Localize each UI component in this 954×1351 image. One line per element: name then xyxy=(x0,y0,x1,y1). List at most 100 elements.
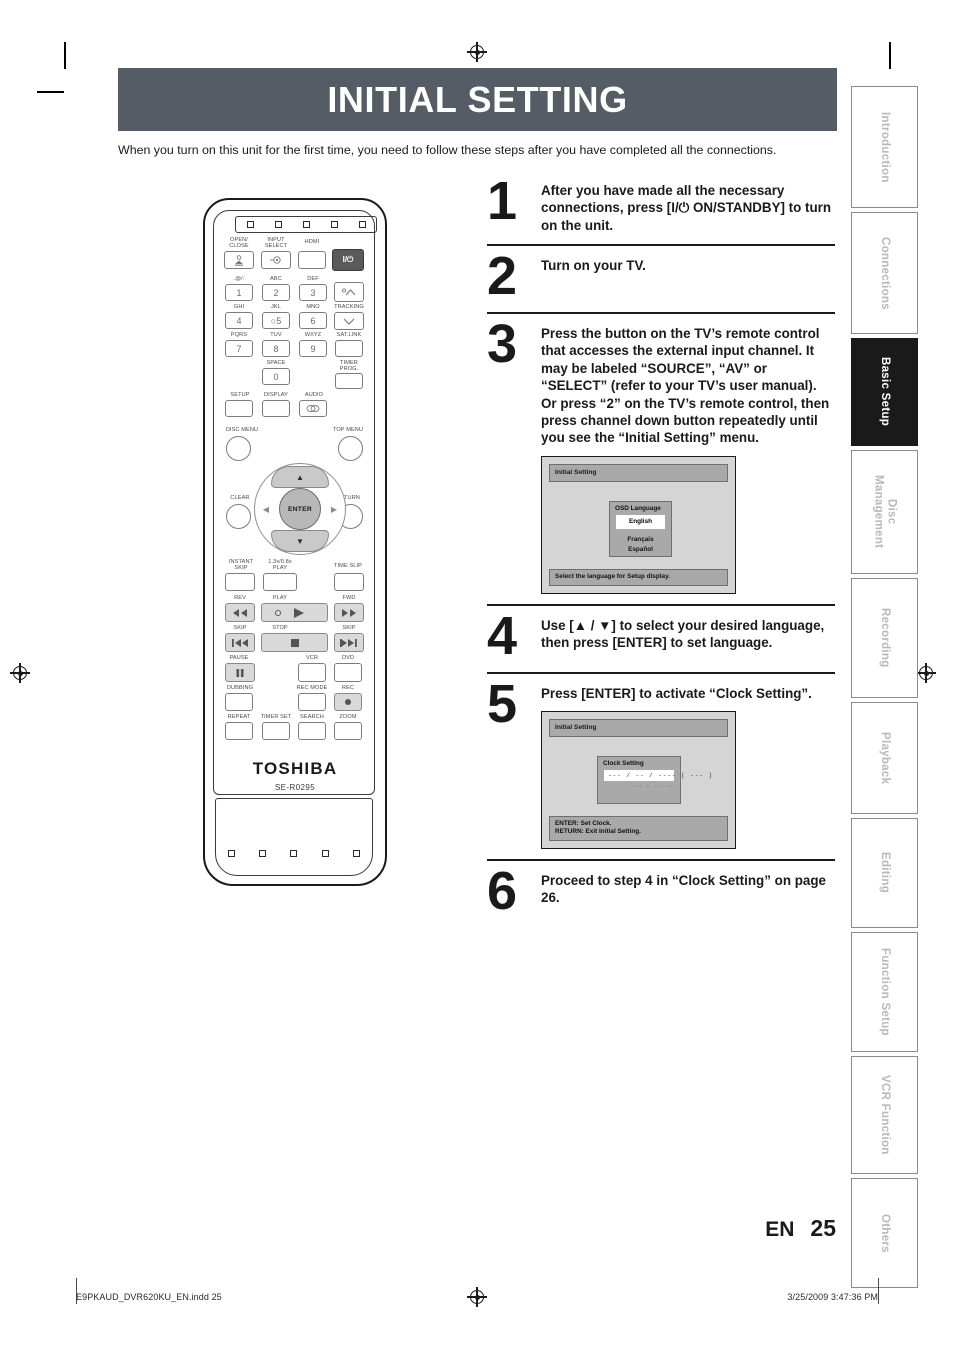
number-key-6[interactable]: 6 xyxy=(299,312,327,329)
key0-alpha-label: SPACE xyxy=(266,360,286,366)
tracking-down-button[interactable] xyxy=(334,312,364,330)
audio-icon xyxy=(306,405,320,412)
audio-button[interactable] xyxy=(299,400,327,417)
audio-label: AUDIO xyxy=(304,392,324,398)
display-button[interactable] xyxy=(262,400,290,417)
number-key-5[interactable]: ○5 xyxy=(262,312,290,329)
dpad-right-button[interactable]: ▶ xyxy=(326,497,342,521)
direction-pad[interactable]: ▲ ▼ ◀ ▶ ENTER xyxy=(254,463,346,555)
input-select-button[interactable] xyxy=(261,251,291,269)
enter-button[interactable]: ENTER xyxy=(279,488,321,530)
hdmi-button[interactable] xyxy=(298,251,326,269)
skip-back-button[interactable] xyxy=(225,633,255,652)
number-key-9[interactable]: 9 xyxy=(299,340,327,357)
osd-language-box: OSD Language English Français Español xyxy=(609,500,672,557)
dpad-left-button[interactable]: ◀ xyxy=(258,497,274,521)
dvd-label: DVD xyxy=(341,655,355,661)
vcr-button[interactable] xyxy=(298,663,326,682)
top-menu-button[interactable] xyxy=(338,436,363,461)
play-speed-button[interactable] xyxy=(263,573,297,591)
arrow-up-icon: ▲ xyxy=(296,472,304,482)
open-close-button[interactable] xyxy=(224,251,254,269)
disc-menu-button[interactable] xyxy=(226,436,251,461)
osd-language-screenshot: Initial Setting OSD Language English Fra… xyxy=(541,455,736,594)
sidebar-item-function-setup[interactable]: Function Setup xyxy=(851,932,918,1052)
remote-led-strip xyxy=(235,216,377,233)
number-key-0[interactable]: 0 xyxy=(262,368,290,385)
key7-alpha-label: PQRS xyxy=(230,332,248,338)
registration-mark-right xyxy=(916,663,936,683)
sidebar-item-recording[interactable]: Recording xyxy=(851,578,918,698)
record-icon xyxy=(345,699,351,705)
dubbing-button[interactable] xyxy=(225,693,253,711)
setup-button[interactable] xyxy=(225,400,253,417)
osd-option-espanol[interactable]: Español xyxy=(610,544,671,555)
search-button[interactable] xyxy=(298,722,326,740)
key-digit: 8 xyxy=(273,343,279,354)
key1-alpha-label: .@/: xyxy=(233,276,245,282)
repeat-button[interactable] xyxy=(225,722,253,740)
rev-label: REV xyxy=(234,595,246,601)
tab-label: Function Setup xyxy=(879,948,892,1036)
step-number: 1 xyxy=(487,171,517,231)
timer-prog-button[interactable] xyxy=(335,373,363,389)
tab-label: Introduction xyxy=(879,111,892,183)
instant-skip-button[interactable] xyxy=(225,573,255,591)
clear-button[interactable] xyxy=(226,504,251,529)
panel-indicator xyxy=(259,850,267,857)
clock-date-field[interactable]: --- / -- / ---- ( --- ) xyxy=(604,769,712,781)
clock-time-field[interactable]: -- : -- -- xyxy=(604,783,674,790)
sat-link-button[interactable] xyxy=(335,340,363,357)
page-title: INITIAL SETTING xyxy=(327,78,628,120)
step-number: 2 xyxy=(487,246,517,307)
osd-option-english[interactable]: English xyxy=(616,516,665,527)
pause-button[interactable] xyxy=(225,663,255,682)
sidebar-item-basic-setup[interactable]: Basic Setup xyxy=(851,338,918,446)
setup-label: SETUP xyxy=(230,392,250,398)
input-select-label: INPUT SELECT xyxy=(264,237,288,250)
led-indicator xyxy=(274,221,282,228)
sidebar-item-disc-management[interactable]: Disc Management xyxy=(851,450,918,574)
stop-button[interactable] xyxy=(261,633,328,652)
tracking-up-button[interactable] xyxy=(334,282,364,302)
timer-set-button[interactable] xyxy=(262,722,290,740)
number-key-2[interactable]: 2 xyxy=(262,284,290,301)
sidebar-item-connections[interactable]: Connections xyxy=(851,212,918,334)
sidebar-item-playback[interactable]: Playback xyxy=(851,702,918,814)
skip-forward-button[interactable] xyxy=(334,633,364,652)
remote-model-number: SE-R0295 xyxy=(274,783,316,792)
stop-icon xyxy=(290,638,299,647)
key4-alpha-label: GHI xyxy=(233,304,245,310)
sidebar-item-introduction[interactable]: Introduction xyxy=(851,86,918,208)
step-number: 4 xyxy=(487,605,517,666)
dpad-up-button[interactable]: ▲ xyxy=(271,466,329,488)
number-key-4[interactable]: 4 xyxy=(225,312,253,329)
play-button[interactable] xyxy=(261,603,328,622)
osd-clock-screenshot: Initial Setting Clock Setting --- / -- /… xyxy=(541,710,736,849)
time-slip-button[interactable] xyxy=(334,573,364,591)
footer-rule-right xyxy=(878,1278,879,1304)
osd-option-francais[interactable]: Français xyxy=(610,534,671,545)
sidebar-item-vcr-function[interactable]: VCR Function xyxy=(851,1056,918,1174)
number-key-1[interactable]: 1 xyxy=(225,284,253,301)
sidebar-item-others[interactable]: Others xyxy=(851,1178,918,1288)
rec-mode-button[interactable] xyxy=(298,693,326,711)
rec-label: REC xyxy=(341,685,355,691)
sidebar-item-editing[interactable]: Editing xyxy=(851,818,918,928)
step-number: 5 xyxy=(487,673,517,734)
number-key-3[interactable]: 3 xyxy=(299,284,327,301)
dpad-down-button[interactable]: ▼ xyxy=(271,530,329,552)
remote-bottom-panel xyxy=(215,798,373,876)
number-key-7[interactable]: 7 xyxy=(225,340,253,357)
display-label: DISPLAY xyxy=(264,392,288,398)
fast-forward-button[interactable] xyxy=(334,603,364,622)
osd-clock-footer-line1: ENTER: Set Clock. xyxy=(555,819,612,827)
zoom-button[interactable] xyxy=(334,722,362,740)
key-digit-5: ○5 xyxy=(270,315,282,326)
dvd-button[interactable] xyxy=(334,663,362,682)
top-menu-label: TOP MENU xyxy=(332,427,364,433)
power-on-standby-button[interactable]: I/⏻ xyxy=(332,249,364,271)
number-key-8[interactable]: 8 xyxy=(262,340,290,357)
record-button[interactable] xyxy=(334,693,362,711)
rewind-button[interactable] xyxy=(225,603,255,622)
